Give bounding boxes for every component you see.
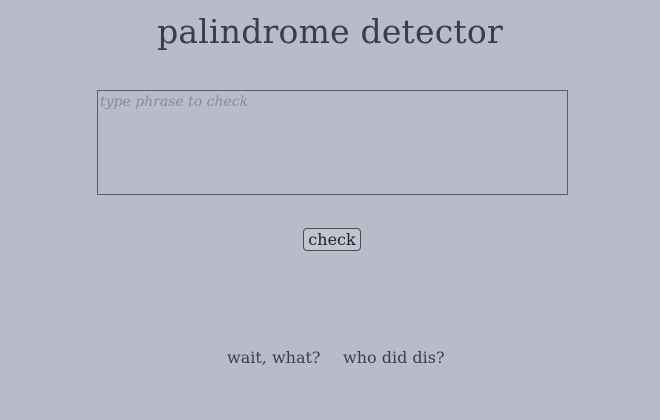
wait-what-link[interactable]: wait, what? [227, 348, 321, 367]
check-button[interactable]: check [303, 228, 361, 251]
page-title: palindrome detector [157, 12, 503, 51]
phrase-input[interactable] [97, 90, 568, 195]
who-did-dis-link[interactable]: who did dis? [343, 348, 445, 367]
